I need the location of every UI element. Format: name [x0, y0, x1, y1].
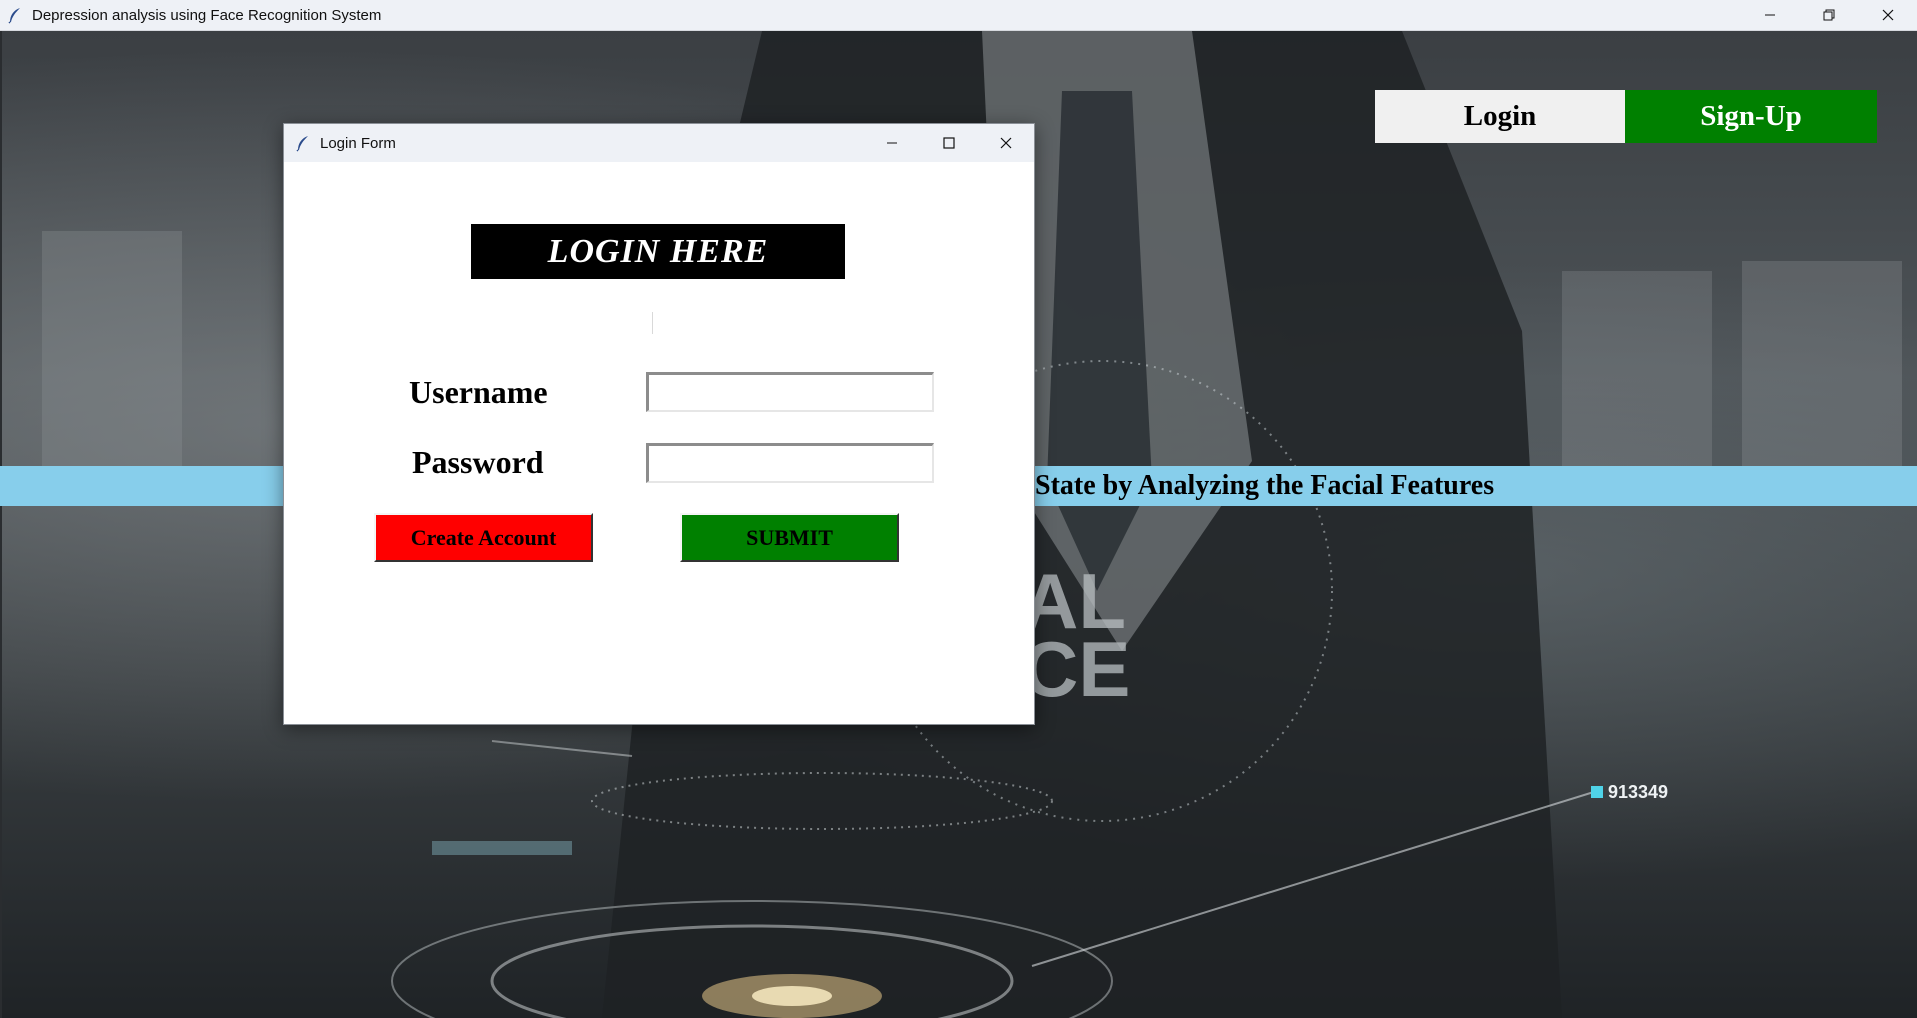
dialog-titlebar: Login Form	[284, 124, 1034, 162]
restore-button[interactable]	[1799, 0, 1858, 30]
close-button[interactable]	[1858, 0, 1917, 30]
signup-nav-button[interactable]: Sign-Up	[1625, 90, 1877, 143]
create-account-button[interactable]: Create Account	[374, 513, 593, 562]
minimize-icon	[886, 142, 897, 144]
feather-icon	[8, 8, 20, 24]
main-titlebar: Depression analysis using Face Recogniti…	[0, 0, 1917, 31]
restore-icon	[1823, 9, 1834, 21]
dialog-close-button[interactable]	[977, 124, 1034, 162]
login-nav-button[interactable]: Login	[1375, 90, 1625, 143]
password-label: Password	[412, 444, 544, 480]
feather-icon	[296, 136, 308, 152]
banner-text: State by Analyzing the Facial Features	[1035, 470, 1495, 501]
minimize-button[interactable]	[1740, 0, 1799, 30]
dialog-title: Login Form	[320, 134, 396, 152]
login-heading: LOGIN HERE	[471, 224, 845, 279]
minimize-icon	[1764, 14, 1775, 16]
login-dialog: Login Form LOGIN HERE Username Password …	[283, 123, 1035, 725]
password-input[interactable]	[646, 443, 934, 483]
window-controls	[1740, 0, 1917, 30]
close-icon	[1000, 137, 1011, 149]
dialog-window-controls	[863, 124, 1034, 162]
submit-button[interactable]: SUBMIT	[680, 513, 899, 562]
divider	[652, 312, 653, 334]
maximize-icon	[942, 137, 955, 149]
overlay-text-2: CE	[1022, 625, 1130, 713]
dialog-maximize-button[interactable]	[920, 124, 977, 162]
overlay-number: 913349	[1608, 782, 1668, 802]
close-icon	[1882, 9, 1893, 21]
dialog-minimize-button[interactable]	[863, 124, 920, 162]
username-label: Username	[409, 374, 548, 410]
window-title: Depression analysis using Face Recogniti…	[32, 6, 382, 24]
username-input[interactable]	[646, 372, 934, 412]
